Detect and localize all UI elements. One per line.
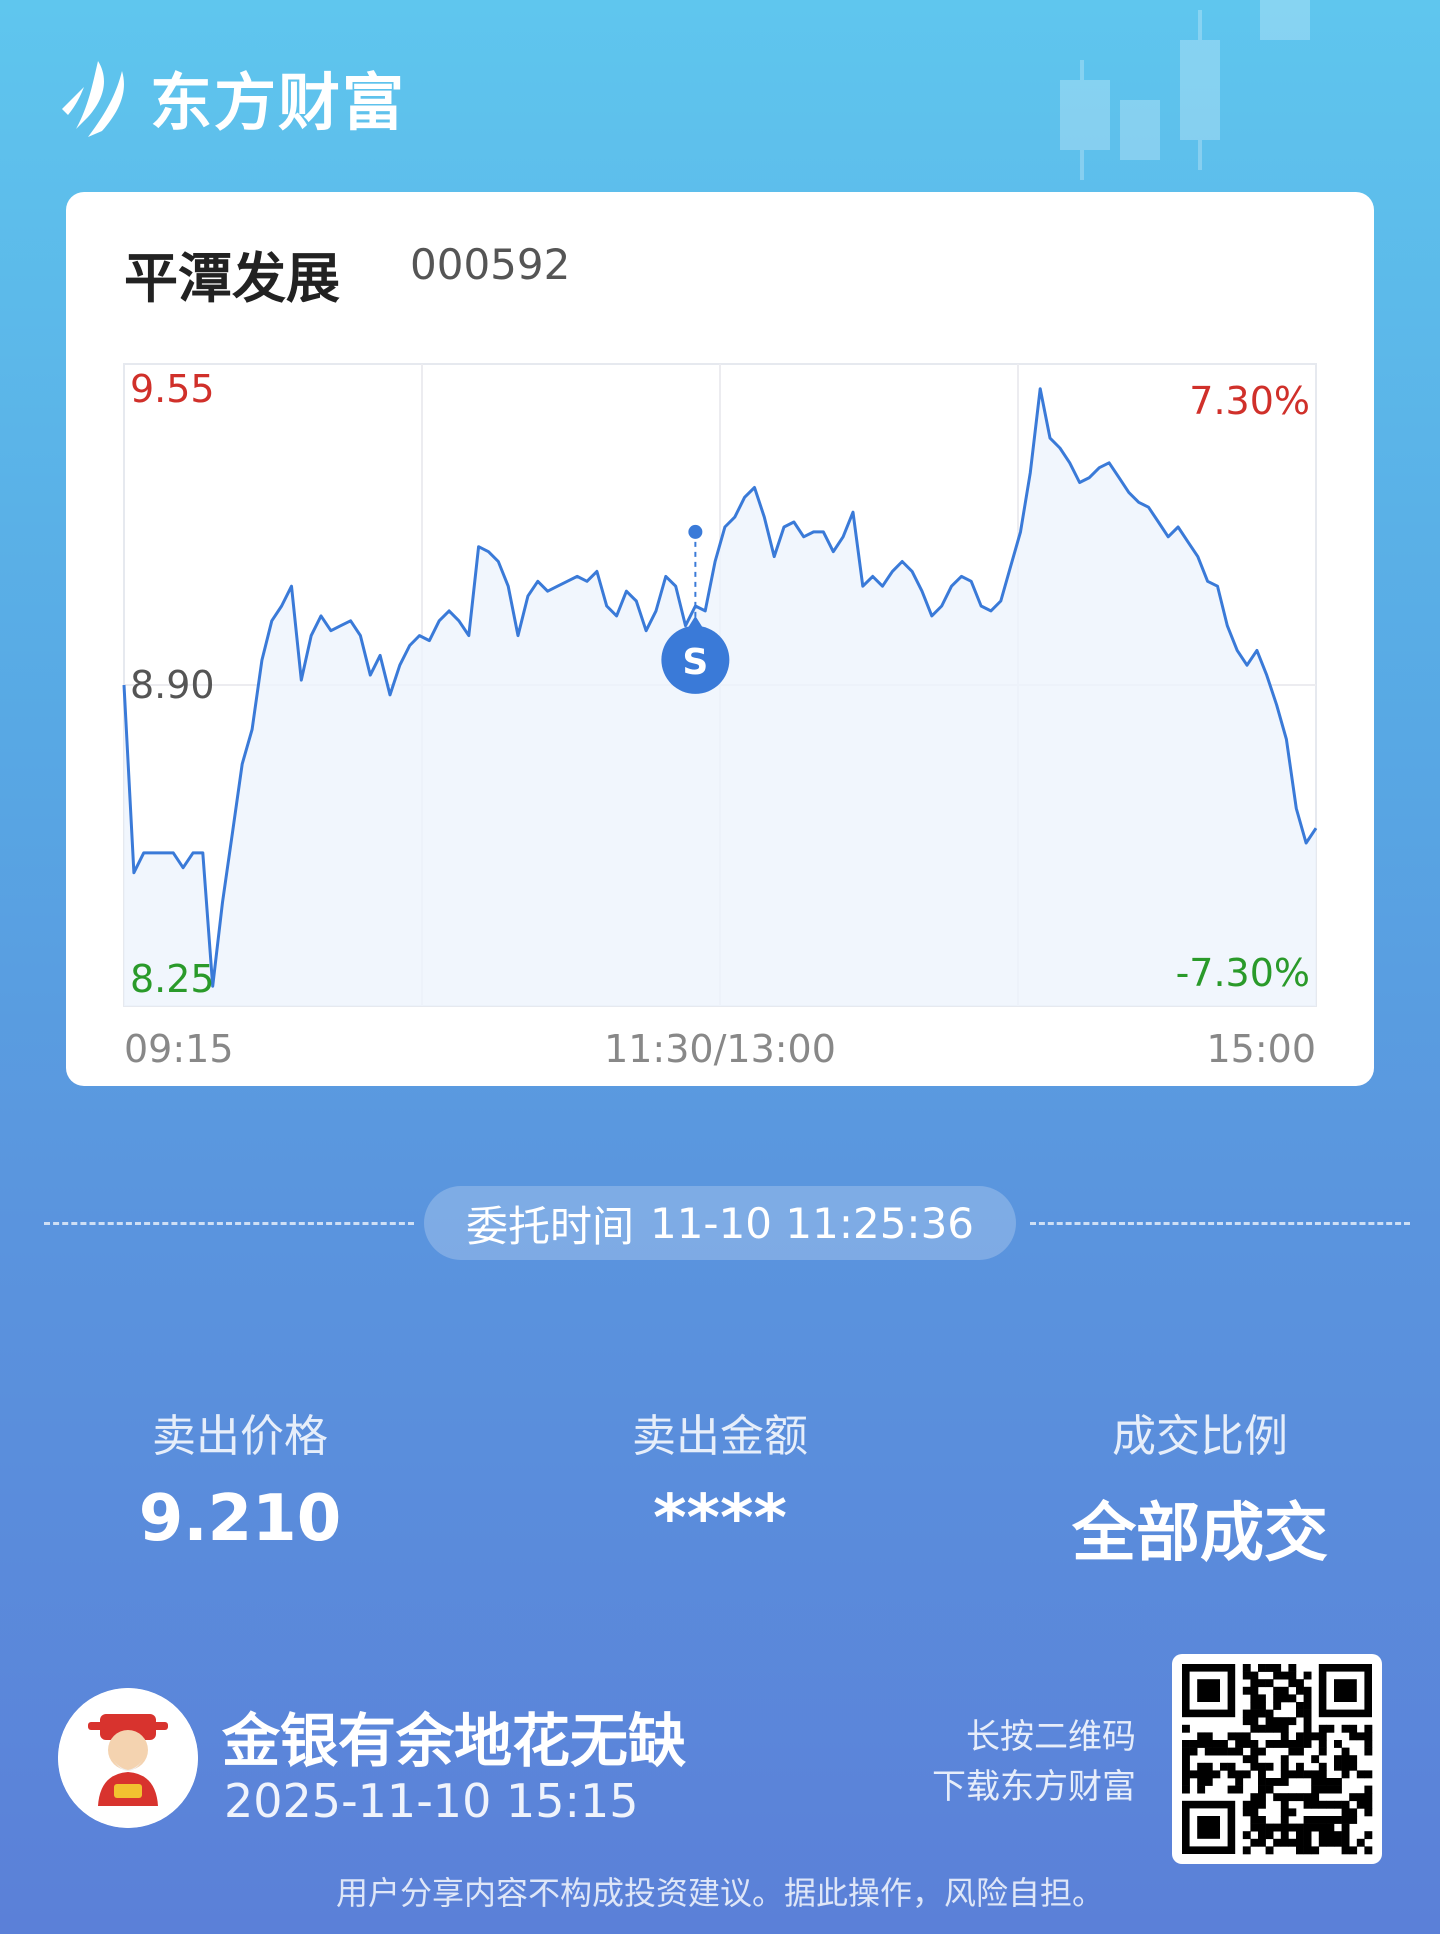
stock-chart-card: 平潭发展 000592 9.55 8.90 8.25 7.30% -7.30% 09:15… bbox=[66, 192, 1374, 1086]
order-time-label: 委托时间 bbox=[465, 1201, 634, 1251]
avatar bbox=[58, 1688, 198, 1828]
stat-fill-ratio: 成交比例 全部成交 bbox=[1040, 1400, 1360, 1574]
qr-hint: 长按二维码 下载东方财富 bbox=[900, 1712, 1136, 1812]
y-tick-right-bottom: -7.30% bbox=[1176, 951, 1310, 995]
y-tick-bottom: 8.25 bbox=[130, 957, 215, 1001]
dashed-line-left bbox=[44, 1222, 414, 1225]
download-qr-code[interactable] bbox=[1172, 1654, 1382, 1864]
stat-value: **** bbox=[653, 1482, 787, 1556]
background-candlestick-decoration bbox=[1060, 0, 1310, 180]
order-time-divider: 委托时间 11-10 11:25:36 bbox=[0, 1186, 1440, 1260]
stat-label: 卖出金额 bbox=[632, 1411, 808, 1462]
y-tick-top: 9.55 bbox=[130, 367, 215, 411]
stat-value: 9.210 bbox=[138, 1482, 342, 1556]
stat-sell-amount: 卖出金额 **** bbox=[560, 1400, 880, 1556]
slogan: 金银有余地花无缺 bbox=[222, 1707, 687, 1775]
share-date: 2025-11-10 15:15 bbox=[224, 1774, 639, 1828]
brand-name: 东方财富 bbox=[150, 66, 407, 139]
order-time-value: 11-10 11:25:36 bbox=[649, 1198, 975, 1248]
x-tick-close: 15:00 bbox=[1206, 1027, 1316, 1071]
order-time-pill: 委托时间 11-10 11:25:36 bbox=[424, 1186, 1016, 1260]
x-tick-midday: 11:30/13:00 bbox=[604, 1027, 836, 1071]
qr-hint-line-1: 长按二维码 bbox=[966, 1717, 1136, 1757]
stat-label: 成交比例 bbox=[1112, 1411, 1288, 1462]
stat-value: 全部成交 bbox=[1072, 1497, 1328, 1571]
fortune-god-avatar-icon bbox=[58, 1688, 198, 1828]
brand-logo-icon bbox=[62, 61, 124, 137]
stat-label: 卖出价格 bbox=[152, 1411, 328, 1462]
stat-sell-price: 卖出价格 9.210 bbox=[80, 1400, 400, 1556]
qr-hint-line-2: 下载东方财富 bbox=[932, 1767, 1136, 1807]
intraday-price-chart: 9.55 8.90 8.25 7.30% -7.30% 09:15 11:30/13:00 1… bbox=[122, 363, 1318, 1071]
y-tick-mid: 8.90 bbox=[130, 663, 215, 707]
x-tick-open: 09:15 bbox=[124, 1027, 234, 1071]
disclaimer: 用户分享内容不构成投资建议。据此操作，风险自担。 bbox=[335, 1874, 1104, 1912]
sell-marker-label: S bbox=[682, 642, 708, 683]
y-tick-right-top: 7.30% bbox=[1189, 379, 1310, 423]
dashed-line-right bbox=[1030, 1222, 1410, 1225]
brand-logo: 东方财富 bbox=[58, 52, 406, 142]
